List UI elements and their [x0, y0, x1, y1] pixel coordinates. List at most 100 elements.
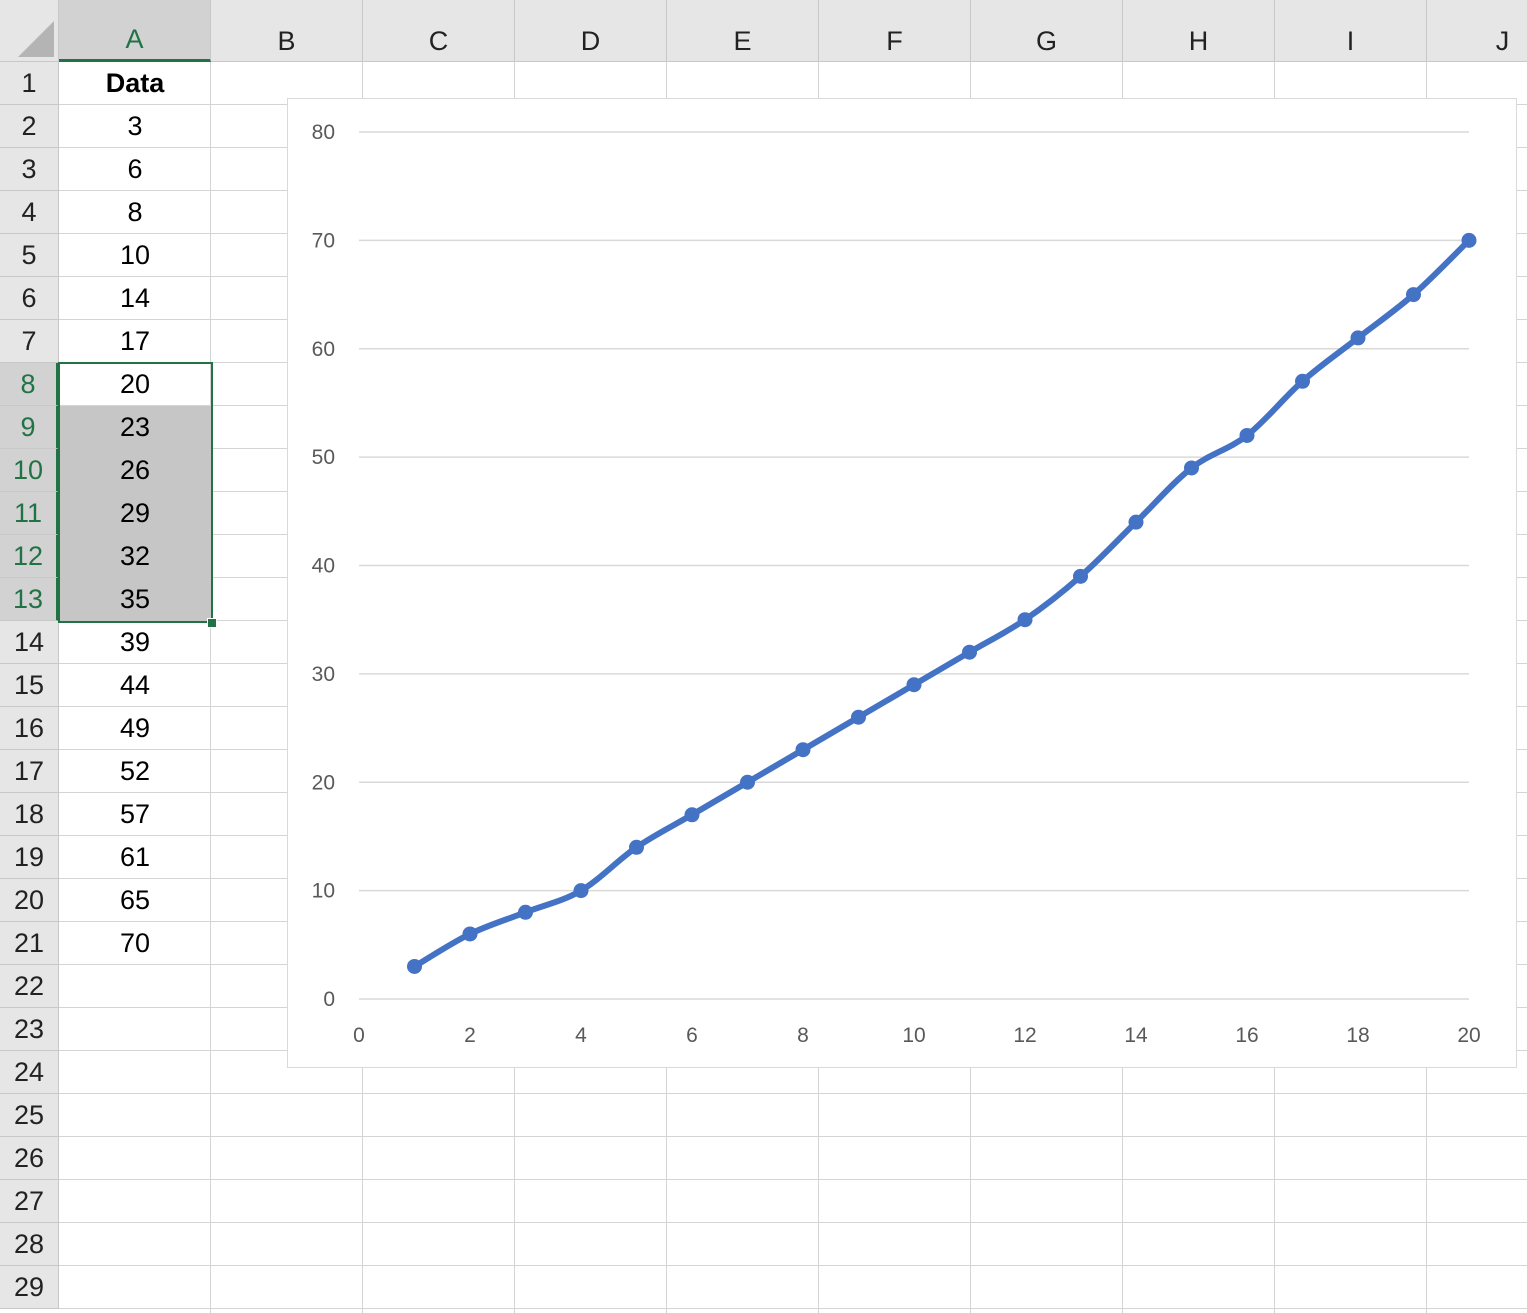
row-header-16[interactable]: 16: [0, 707, 59, 750]
y-tick-label: 0: [323, 988, 335, 1011]
data-point: [1461, 232, 1477, 248]
y-tick-label: 50: [312, 446, 335, 469]
column-header-a[interactable]: A: [59, 0, 211, 62]
column-header-i[interactable]: I: [1275, 0, 1427, 62]
column-header-j[interactable]: J: [1427, 0, 1527, 62]
cell-a5[interactable]: 10: [59, 234, 211, 277]
row-header-5[interactable]: 5: [0, 234, 59, 277]
column-header-b[interactable]: B: [211, 0, 363, 62]
chart-svg: 0 10 20 30 40 50 60 70 80 0 2 4 6 8 10 12 14 16 18 20: [312, 121, 1481, 1047]
line-chart[interactable]: 0 10 20 30 40 50 60 70 80 0 2 4 6 8 10 12 14 16 18 20: [287, 98, 1517, 1068]
cell-a18[interactable]: 57: [59, 793, 211, 836]
data-point: [1239, 427, 1255, 443]
row-header-25[interactable]: 25: [0, 1094, 59, 1137]
data-point: [851, 709, 866, 725]
x-tick-label: 18: [1346, 1024, 1369, 1047]
row-header-29[interactable]: 29: [0, 1266, 59, 1309]
row-header-1[interactable]: 1: [0, 62, 59, 105]
cell-a20[interactable]: 65: [59, 879, 211, 922]
y-tick-label: 70: [312, 229, 335, 252]
y-tick-label: 20: [312, 771, 335, 794]
row-header-12[interactable]: 12: [0, 535, 59, 578]
data-point: [795, 742, 811, 758]
cell-a19[interactable]: 61: [59, 836, 211, 879]
cell-a1-header[interactable]: Data: [59, 62, 211, 105]
row-header-19[interactable]: 19: [0, 836, 59, 879]
row-header-28[interactable]: 28: [0, 1223, 59, 1266]
data-point: [1295, 373, 1310, 389]
x-tick-label: 14: [1124, 1024, 1148, 1047]
row-gridline: [59, 1136, 1527, 1137]
column-header-f[interactable]: F: [819, 0, 971, 62]
data-point: [629, 839, 644, 855]
cell-a15[interactable]: 44: [59, 664, 211, 707]
row-header-22[interactable]: 22: [0, 965, 59, 1008]
row-gridline: [59, 1222, 1527, 1223]
cell-a4[interactable]: 8: [59, 191, 211, 234]
selection-border: [58, 362, 213, 623]
column-header-g[interactable]: G: [971, 0, 1123, 62]
data-point: [962, 644, 977, 660]
row-gridline: [59, 1265, 1527, 1266]
data-point: [573, 883, 589, 899]
row-header-15[interactable]: 15: [0, 664, 59, 707]
row-header-27[interactable]: 27: [0, 1180, 59, 1223]
row-header-20[interactable]: 20: [0, 879, 59, 922]
row-gridline: [59, 1179, 1527, 1180]
row-header-24[interactable]: 24: [0, 1051, 59, 1094]
x-tick-label: 12: [1013, 1024, 1036, 1047]
y-tick-label: 80: [312, 121, 335, 144]
row-header-23[interactable]: 23: [0, 1008, 59, 1051]
row-header-13[interactable]: 13: [0, 578, 59, 621]
y-tick-label: 40: [312, 555, 335, 578]
row-header-26[interactable]: 26: [0, 1137, 59, 1180]
data-point: [1350, 330, 1366, 346]
row-header-11[interactable]: 11: [0, 492, 59, 535]
cell-a14[interactable]: 39: [59, 621, 211, 664]
data-point: [1406, 287, 1421, 303]
x-tick-label: 16: [1235, 1024, 1258, 1047]
data-point: [462, 926, 478, 942]
data-point: [1073, 568, 1088, 584]
row-header-3[interactable]: 3: [0, 148, 59, 191]
row-header-9[interactable]: 9: [0, 406, 59, 449]
x-tick-label: 20: [1457, 1024, 1480, 1047]
y-tick-label: 10: [312, 880, 335, 903]
column-header-d[interactable]: D: [515, 0, 667, 62]
column-header-e[interactable]: E: [667, 0, 819, 62]
cell-a6[interactable]: 14: [59, 277, 211, 320]
cell-a16[interactable]: 49: [59, 707, 211, 750]
row-header-7[interactable]: 7: [0, 320, 59, 363]
column-header-h[interactable]: H: [1123, 0, 1275, 62]
x-tick-label: 0: [353, 1024, 365, 1047]
data-point: [518, 904, 533, 920]
x-tick-label: 8: [797, 1024, 809, 1047]
y-tick-label: 30: [312, 663, 335, 686]
cell-a3[interactable]: 6: [59, 148, 211, 191]
x-tick-label: 6: [686, 1024, 698, 1047]
cell-a2[interactable]: 3: [59, 105, 211, 148]
row-header-14[interactable]: 14: [0, 621, 59, 664]
row-header-17[interactable]: 17: [0, 750, 59, 793]
cell-a7[interactable]: 17: [59, 320, 211, 363]
x-tick-label: 4: [575, 1024, 587, 1047]
row-header-18[interactable]: 18: [0, 793, 59, 836]
y-tick-label: 60: [312, 338, 335, 361]
row-header-6[interactable]: 6: [0, 277, 59, 320]
data-point: [740, 774, 755, 790]
select-all-triangle-icon: [18, 21, 54, 57]
data-point: [1128, 514, 1144, 530]
select-all-button[interactable]: [0, 0, 59, 62]
row-header-21[interactable]: 21: [0, 922, 59, 965]
cell-a21[interactable]: 70: [59, 922, 211, 965]
cell-a17[interactable]: 52: [59, 750, 211, 793]
column-header-c[interactable]: C: [363, 0, 515, 62]
row-header-8[interactable]: 8: [0, 363, 59, 406]
row-header-4[interactable]: 4: [0, 191, 59, 234]
data-point: [1184, 460, 1199, 476]
row-gridline: [59, 1093, 1527, 1094]
data-point: [906, 677, 922, 693]
row-header-2[interactable]: 2: [0, 105, 59, 148]
fill-handle[interactable]: [207, 618, 217, 628]
row-header-10[interactable]: 10: [0, 449, 59, 492]
